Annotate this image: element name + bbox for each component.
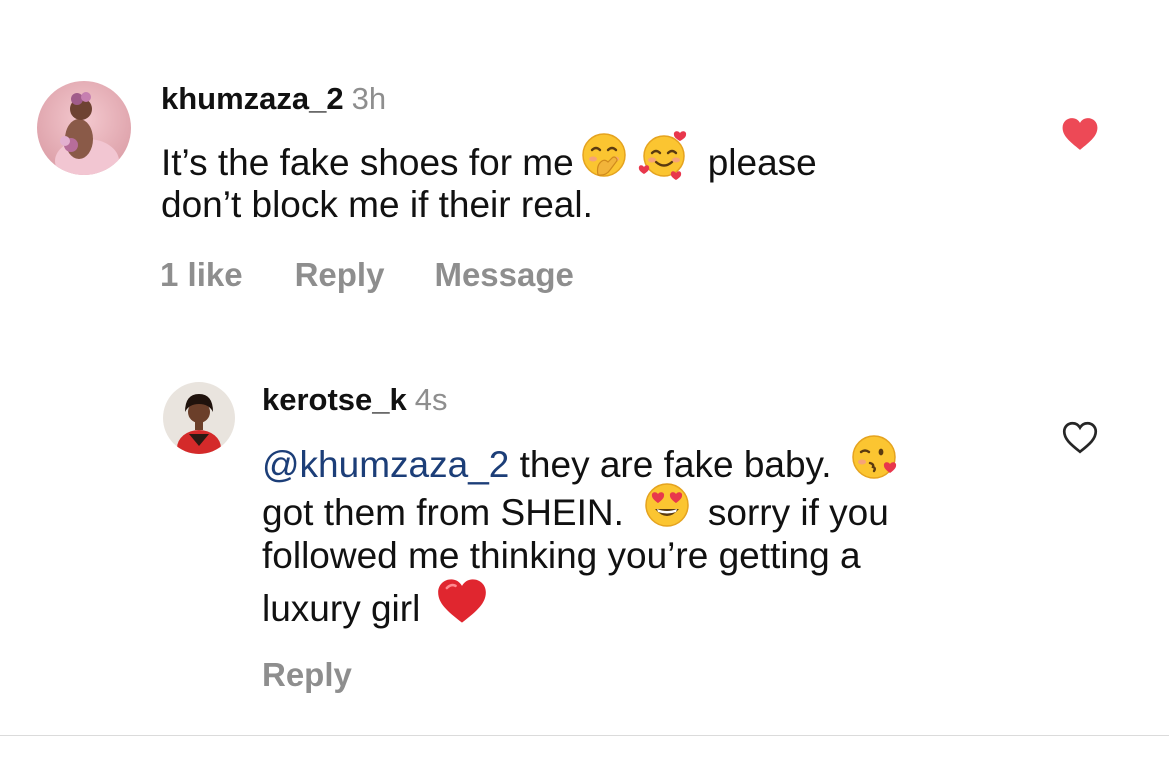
comment-text-line: luxury girl [262, 587, 421, 629]
timestamp: 4s [414, 382, 448, 417]
comment-text-line: they are fake baby. [509, 443, 832, 485]
username[interactable]: khumzaza_2 [161, 81, 344, 116]
heart-filled-icon [1062, 118, 1098, 150]
comment-text: @khumzaza_2 they are fake baby. got them… [262, 435, 900, 629]
heart-eyes-emoji [642, 480, 692, 542]
face-blowing-kiss-emoji [850, 432, 900, 494]
comment-actions: Reply [262, 655, 352, 695]
comment-text-line: got them from SHEIN. [262, 491, 624, 533]
smiling-face-with-hearts-emoji [638, 129, 690, 193]
username[interactable]: kerotse_k [262, 382, 407, 417]
comment-text-line: don’t block me if their real. [161, 184, 593, 225]
heart-outline-icon [1062, 421, 1098, 454]
reply-button[interactable]: Reply [262, 655, 352, 695]
avatar[interactable] [163, 382, 235, 454]
like-button[interactable] [1062, 421, 1098, 459]
reply-button[interactable]: Reply [295, 255, 385, 295]
timestamp: 3h [351, 81, 387, 116]
message-button[interactable]: Message [434, 255, 573, 295]
comment-text-line: please [707, 141, 817, 183]
comment-text-line: followed me thinking you’re getting a [262, 535, 861, 576]
red-heart-emoji [436, 576, 488, 638]
divider [0, 735, 1169, 736]
avatar[interactable] [37, 81, 131, 175]
comment-text: It’s the fake shoes for me please don’t … [161, 131, 817, 229]
comment-header: kerotse_k 4s [262, 382, 448, 418]
comment-actions: 1 like Reply Message [160, 255, 574, 295]
mention-link[interactable]: @khumzaza_2 [262, 444, 509, 485]
likes-count[interactable]: 1 like [160, 255, 243, 295]
hand-over-mouth-emoji [580, 131, 628, 191]
like-button[interactable] [1061, 116, 1099, 157]
comment-header: khumzaza_2 3h [161, 81, 386, 117]
reply-comment: kerotse_k 4s @khumzaza_2 they are fake ba… [0, 320, 1169, 720]
comment-text-line: It’s the fake shoes for me [161, 141, 574, 183]
comment: khumzaza_23h It’s the fake shoes for me [0, 0, 1169, 320]
comment-text-line: sorry if you [707, 491, 889, 533]
